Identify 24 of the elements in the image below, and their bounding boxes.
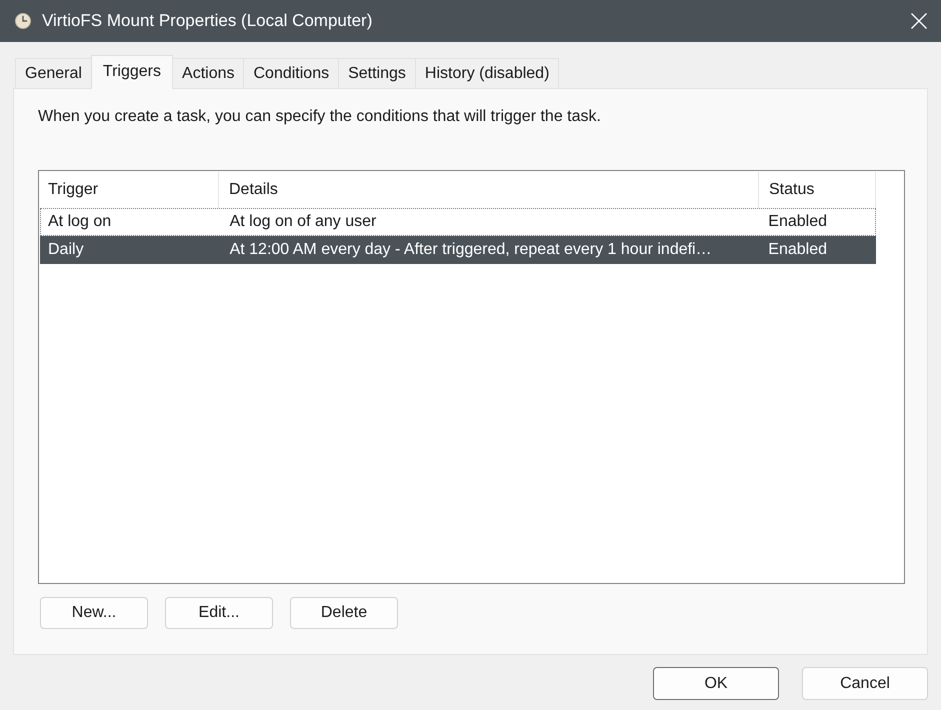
table-cell-text: Enabled (767, 240, 828, 260)
edit-button[interactable]: Edit... (165, 597, 273, 629)
window-title: VirtioFS Mount Properties (Local Computer) (42, 11, 374, 31)
table-cell-text: At log on of any user (228, 212, 378, 232)
delete-button[interactable]: Delete (290, 597, 398, 629)
description-text: When you create a task, you can specify the conditions that will trigger the task. (38, 107, 602, 127)
new-button[interactable]: New... (40, 597, 148, 629)
tab[interactable]: Triggers (90, 55, 174, 89)
table-cell-text: Enabled (767, 212, 828, 232)
column-header[interactable]: Status (759, 172, 876, 208)
column-header[interactable]: Details (219, 172, 759, 208)
ok-button[interactable]: OK (653, 667, 779, 700)
table-cell-text: At log on (47, 212, 112, 232)
table-cell-text: At 12:00 AM every day - After triggered, repeat every 1 hour indefi… (228, 240, 713, 260)
table-cell-text: Daily (47, 240, 85, 260)
close-button[interactable] (911, 13, 927, 29)
tab[interactable]: History (disabled) (414, 58, 560, 88)
column-header[interactable]: Trigger (40, 172, 219, 208)
clock-icon (15, 13, 31, 29)
trigger-list[interactable]: Trigger Details Status At log on At log on of any user Enabled Daily At 12:00 AM every day - After triggered, repeat every 1 hour indefi… Enabled (38, 170, 905, 584)
close-icon (911, 13, 927, 29)
cancel-button[interactable]: Cancel (802, 667, 928, 700)
list-row[interactable]: Daily At 12:00 AM every day - After triggered, repeat every 1 hour indefi… Enabled (40, 236, 876, 264)
tab[interactable]: General (15, 58, 92, 88)
